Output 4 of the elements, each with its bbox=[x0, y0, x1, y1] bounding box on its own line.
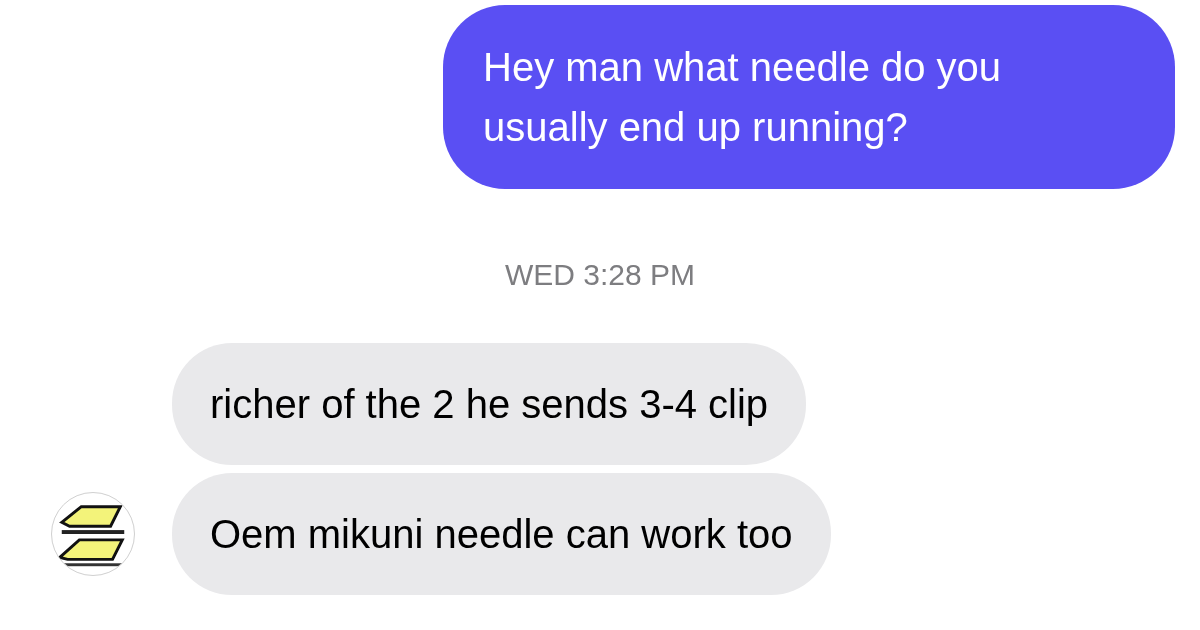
received-message: Oem mikuni needle can work too bbox=[172, 473, 831, 595]
received-message: richer of the 2 he sends 3-4 clip bbox=[172, 343, 807, 465]
sent-message: Hey man what needle do you usually end up running? bbox=[443, 5, 1175, 189]
timestamp: WED 3:28 PM bbox=[504, 257, 696, 293]
